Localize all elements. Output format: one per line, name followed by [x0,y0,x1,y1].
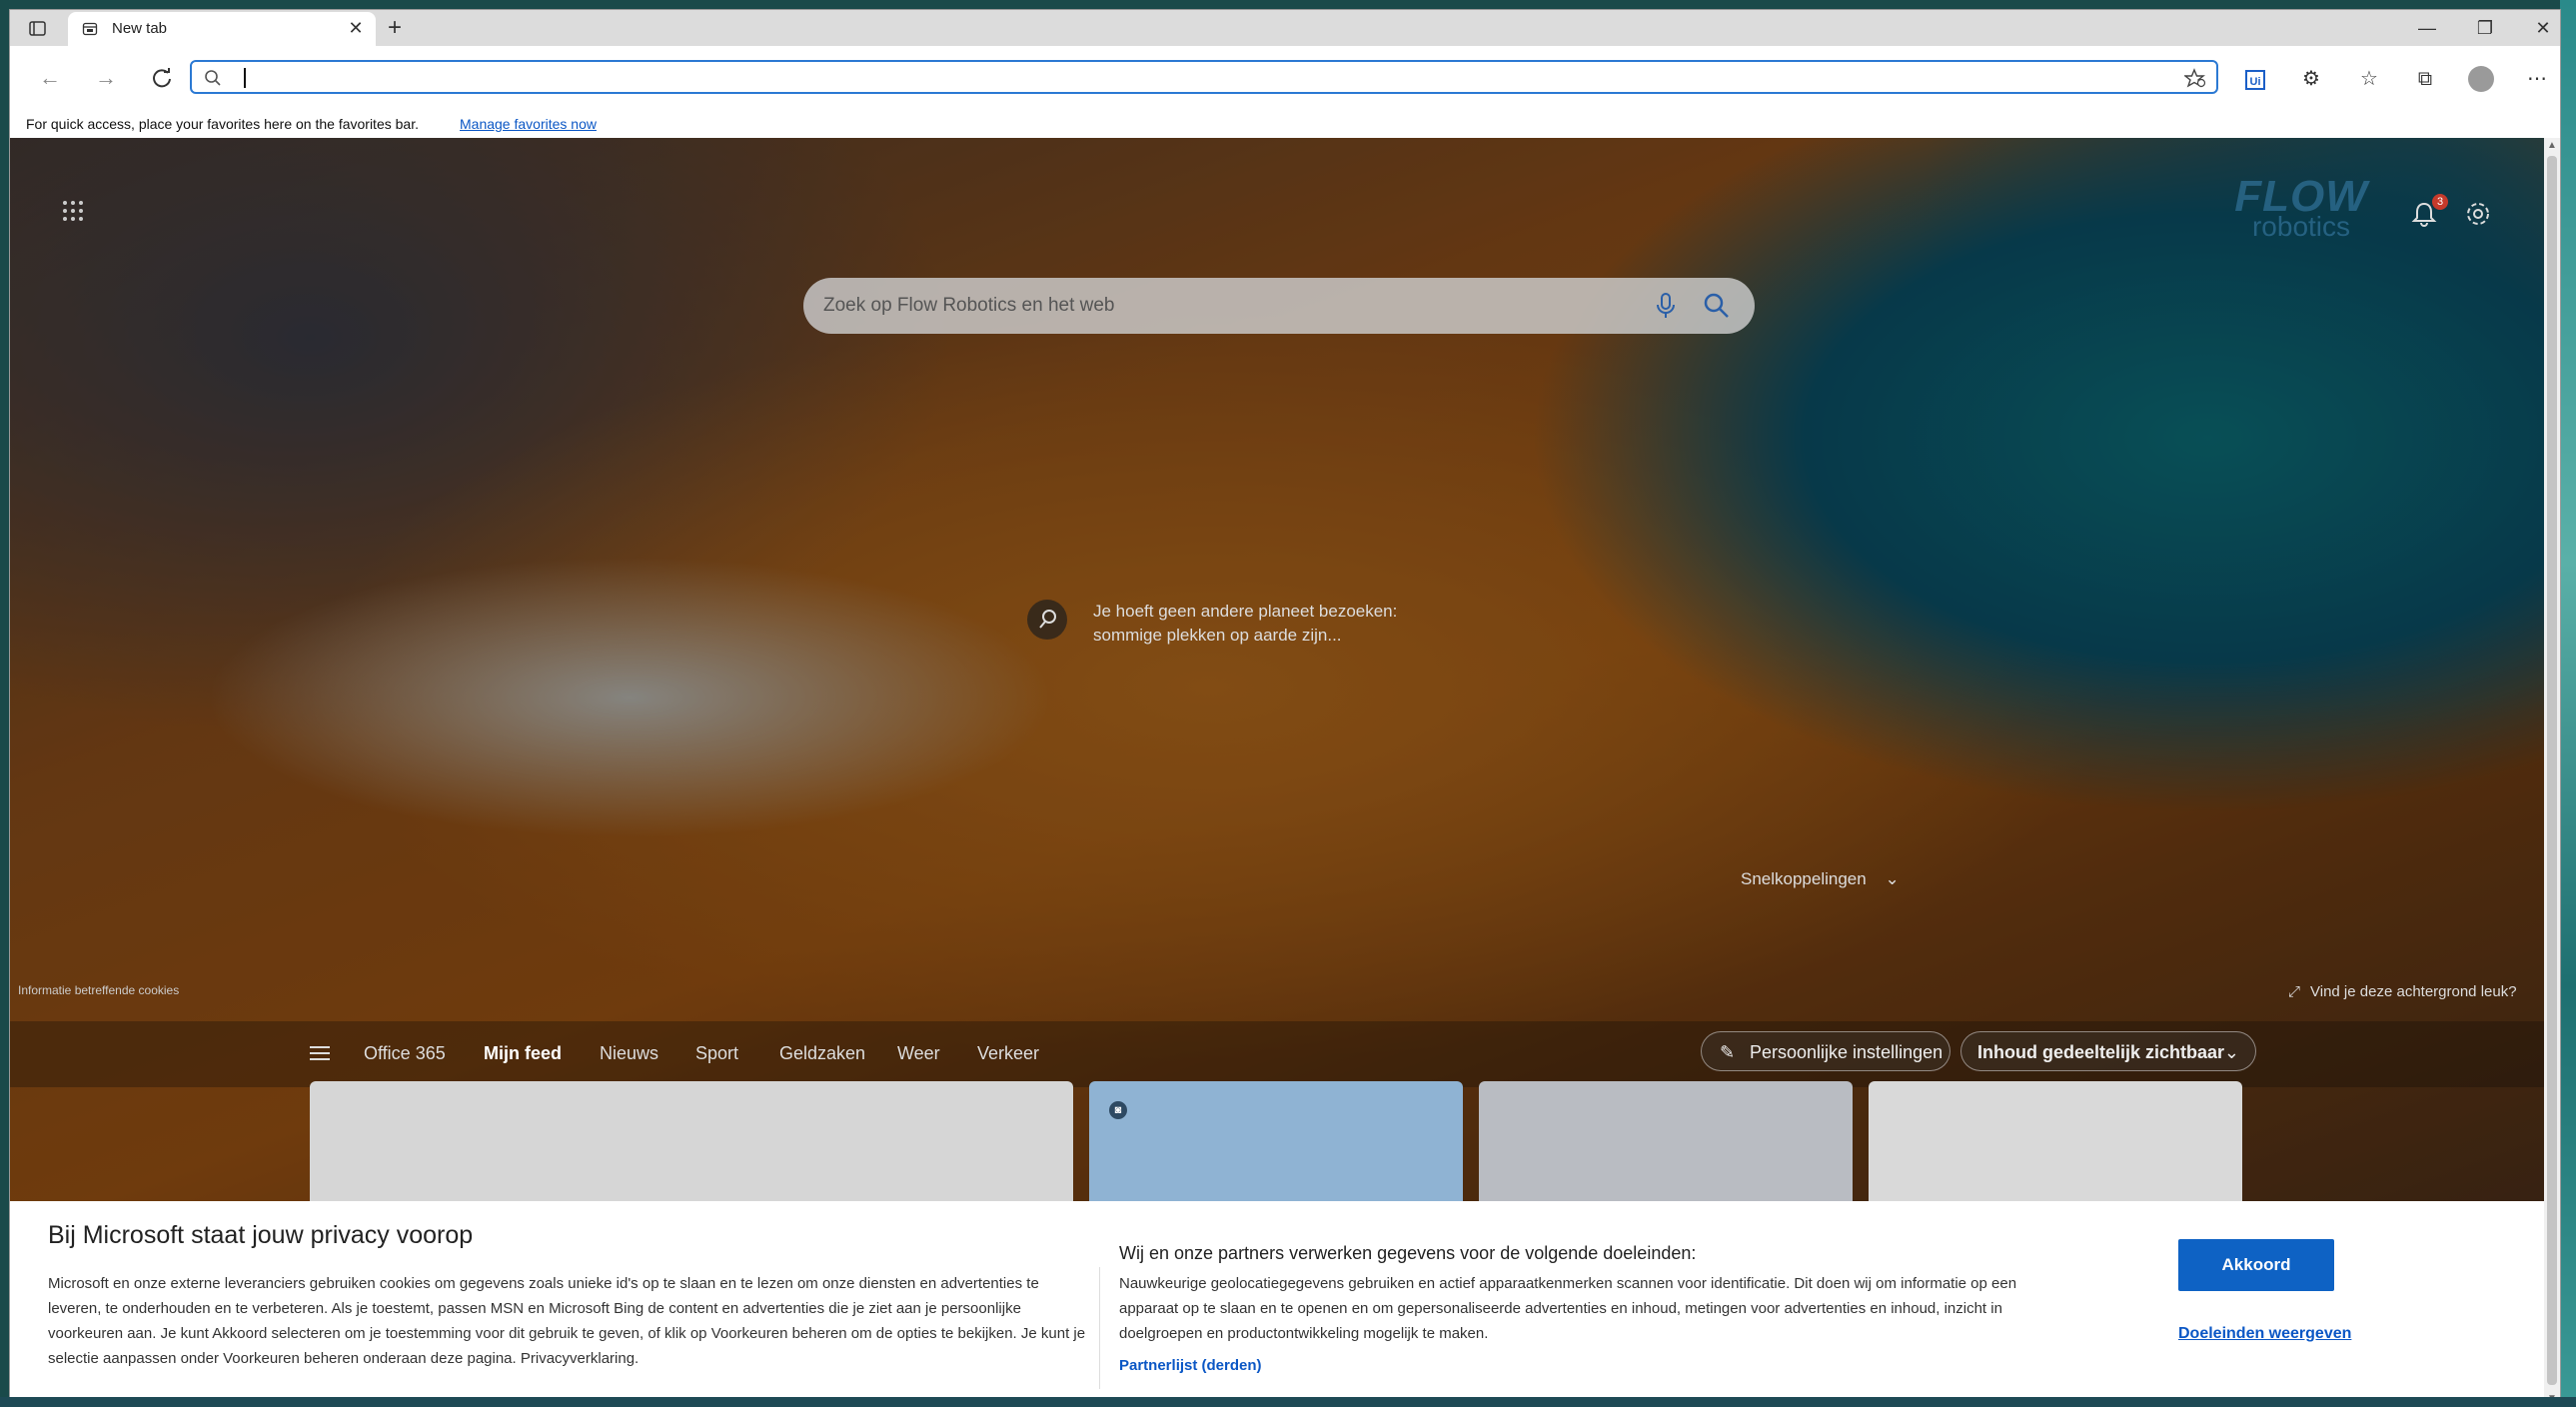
feed-card[interactable] [1869,1081,2242,1221]
feed-card[interactable] [1479,1081,1853,1221]
favorites-bar: For quick access, place your favorites h… [10,108,2560,138]
favorites-bar-message: For quick access, place your favorites h… [26,116,419,132]
feed-card[interactable] [310,1081,1073,1221]
background-question-text: Vind je deze achtergrond leuk? [2310,983,2517,1000]
forward-button[interactable]: → [90,62,122,94]
accept-button[interactable]: Akkoord [2178,1239,2334,1291]
extension-ui-icon[interactable]: Ui [2240,64,2270,94]
collections-icon[interactable]: ⧉ [2410,64,2440,94]
restore-button[interactable]: ❐ [2456,10,2514,46]
refresh-icon [153,68,171,88]
close-tab-icon[interactable]: ✕ [346,18,366,38]
refresh-button[interactable] [146,62,178,94]
address-caret [244,68,246,88]
purposes-body: Nauwkeurige geolocatiegegevens gebruiken… [1119,1275,2017,1342]
browser-toolbar: ← → Ui ⚙ ☆ ⧉ ⋯ [10,46,2560,116]
image-icon: ◙ [1109,1101,1127,1119]
tab-new-tab[interactable]: New tab ✕ [68,12,376,46]
image-search-icon[interactable] [1027,600,1067,640]
chevron-down-icon: ⌄ [2223,1042,2239,1062]
feed-tab-weer[interactable]: Weer [897,1043,940,1064]
search-icon [205,70,221,86]
web-search-box[interactable]: Zoek op Flow Robotics en het web [803,278,1755,334]
taskbar-edge [0,1397,2576,1407]
privacy-body: Microsoft en onze externe leveranciers g… [48,1275,1086,1367]
view-purposes-link[interactable]: Doeleinden weergeven [2178,1325,2351,1343]
purposes-title: Wij en onze partners verwerken gegevens … [1119,1243,1697,1263]
feed-tab-nieuws[interactable]: Nieuws [600,1043,658,1064]
privacy-consent-banner: Bij Microsoft staat jouw privacy voorop … [10,1201,2544,1407]
more-menu-icon[interactable]: ⋯ [2522,64,2552,94]
content-visibility-label: Inhoud gedeeltelijk zichtbaar [1977,1042,2225,1062]
feed-tab-sport[interactable]: Sport [695,1043,738,1064]
back-button[interactable]: ← [34,62,66,94]
newtab-page: FLOW robotics 3 Zoek op Flow Robotics en… [10,138,2544,1407]
image-caption-text: Je hoeft geen andere planeet bezoeken: s… [1093,602,1398,645]
microphone-icon[interactable] [1655,292,1677,320]
desktop-background [2560,0,2576,1407]
hamburger-menu-icon[interactable] [310,1045,330,1061]
pencil-icon: ✎ [1720,1042,1736,1062]
settings-gear-icon[interactable] [2464,200,2492,228]
cookies-info-link[interactable]: Informatie betreffende cookies [18,983,179,997]
favorites-icon[interactable]: ☆ [2354,64,2384,94]
scroll-up-icon[interactable]: ▲ [2544,138,2560,154]
web-search-placeholder: Zoek op Flow Robotics en het web [823,295,1115,316]
search-submit-icon[interactable] [1703,292,1731,320]
feed-tab-geldzaken[interactable]: Geldzaken [779,1043,865,1064]
shortcuts-toggle[interactable]: Snelkoppelingen ⌄ [1741,869,1900,889]
feed-tab-verkeer[interactable]: Verkeer [977,1043,1039,1064]
partner-list-link[interactable]: Partnerlijst (derden) [1119,1357,1262,1374]
scrollbar-thumb[interactable] [2547,156,2557,1385]
page-scrollbar[interactable]: ▲ ▼ [2544,138,2560,1407]
address-bar[interactable] [190,60,2218,94]
minimize-button[interactable]: — [2398,10,2456,46]
feed-tab-mijn-feed[interactable]: Mijn feed [484,1043,562,1064]
tab-actions-button[interactable] [22,18,52,40]
manage-favorites-link[interactable]: Manage favorites now [460,116,597,132]
content-visibility-dropdown[interactable]: Inhoud gedeeltelijk zichtbaar ⌄ [1960,1031,2256,1071]
tab-strip: New tab ✕ + — ❐ ✕ [10,10,2560,46]
add-favorite-icon[interactable] [2184,68,2206,88]
chevron-down-icon: ⌄ [1885,869,1900,888]
feed-card[interactable]: ◙ [1089,1081,1463,1221]
personal-settings-button[interactable]: ✎ Persoonlijke instellingen [1701,1031,1950,1071]
close-window-button[interactable]: ✕ [2514,10,2560,46]
feed-tab-office365[interactable]: Office 365 [364,1043,446,1064]
app-launcher-icon[interactable] [62,200,84,222]
new-tab-button[interactable]: + [382,16,408,40]
tab-title: New tab [112,20,168,37]
tab-actions-icon [29,21,46,36]
feed-navigation: Office 365 Mijn feed Nieuws Sport Geldza… [10,1021,2544,1087]
extensions-icon[interactable]: ⚙ [2296,64,2326,94]
background-feedback-link[interactable]: ⤢ Vind je deze achtergrond leuk? [2288,983,2517,1000]
browser-window: New tab ✕ + — ❐ ✕ ← → Ui ⚙ ☆ ⧉ ⋯ For qui… [10,10,2560,1407]
flow-robotics-logo: FLOW robotics [2234,172,2368,242]
profile-avatar[interactable] [2466,64,2496,94]
notification-badge: 3 [2432,194,2448,210]
personal-settings-label: Persoonlijke instellingen [1750,1042,1943,1062]
privacy-title: Bij Microsoft staat jouw privacy voorop [48,1221,474,1249]
shortcuts-label: Snelkoppelingen [1741,869,1867,888]
newtab-icon [82,22,98,36]
privacy-divider [1099,1267,1100,1389]
expand-icon: ⤢ [2288,983,2301,1000]
